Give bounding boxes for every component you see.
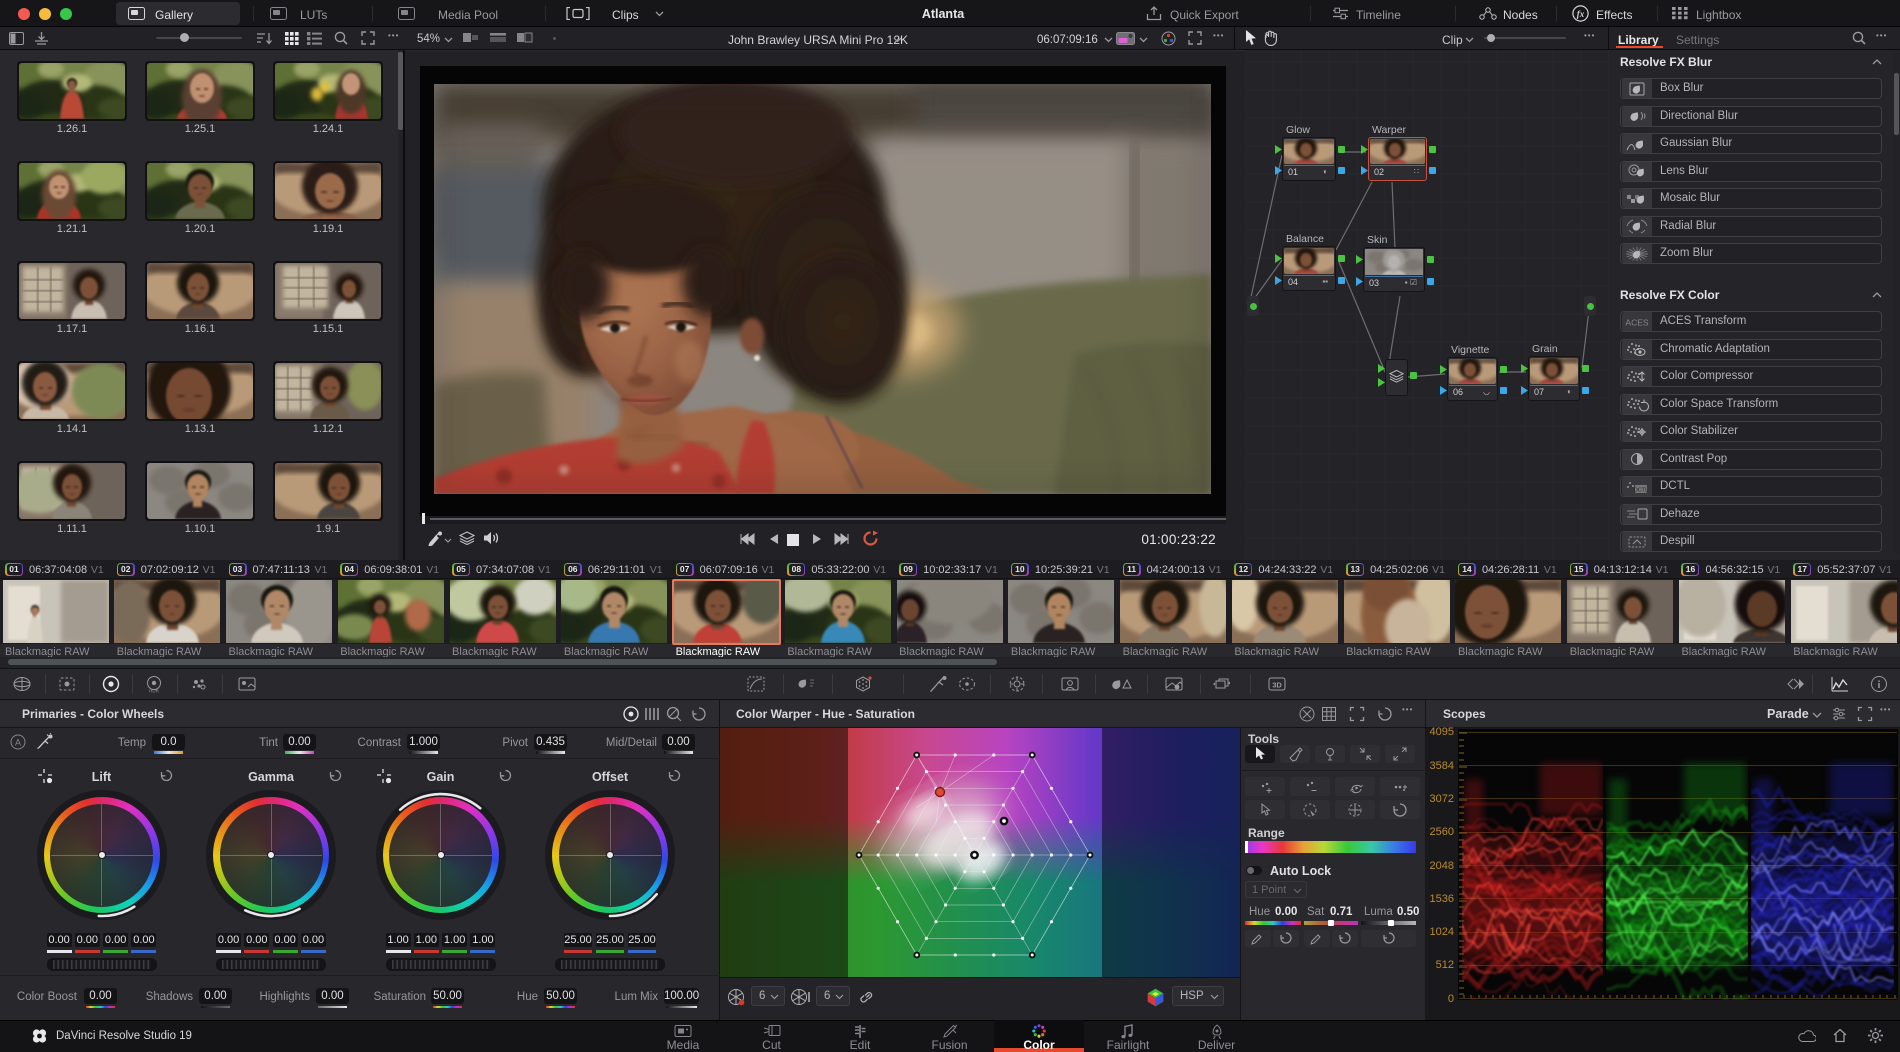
- svg-text:fx: fx: [1577, 9, 1585, 19]
- svg-text:3D: 3D: [1272, 681, 1282, 690]
- svg-text:A: A: [15, 738, 21, 748]
- svg-text:HDR: HDR: [149, 689, 159, 694]
- svg-text:ACES: ACES: [1625, 317, 1648, 327]
- svg-text:DCTL: DCTL: [1634, 487, 1648, 493]
